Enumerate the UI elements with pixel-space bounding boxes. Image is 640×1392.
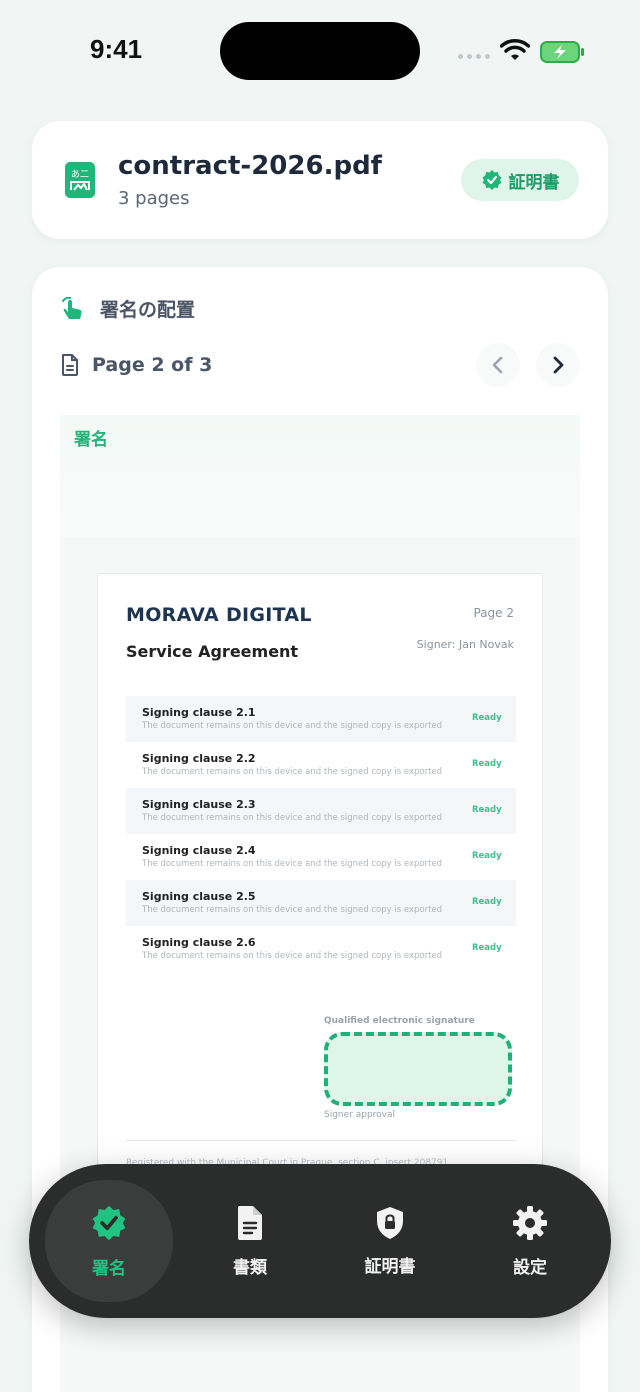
clause-description: The document remains on this device and … — [142, 905, 443, 915]
clause-row: Signing clause 2.4 The document remains … — [126, 834, 516, 880]
document-page-number: Page 2 — [473, 606, 515, 620]
status-time: 9:41 — [90, 34, 143, 64]
clause-title: Signing clause 2.4 — [142, 844, 256, 857]
clause-row: Signing clause 2.1 The document remains … — [126, 696, 516, 742]
signature-field-label: Qualified electronic signature — [324, 1016, 475, 1026]
signature-field-caption: Signer approval — [324, 1110, 396, 1120]
document-divider — [126, 1140, 516, 1141]
tab-certificates-label: 証明書 — [364, 1256, 416, 1277]
cellular-signal-icon — [458, 54, 490, 59]
clause-title: Signing clause 2.5 — [142, 890, 256, 903]
lock-shield-icon — [377, 1206, 403, 1239]
clause-description: The document remains on this device and … — [142, 767, 443, 777]
clause-status: Ready — [472, 943, 502, 953]
file-card[interactable]: あ二 contract-2026.pdf 3 pages 証明書 — [32, 121, 608, 239]
clause-title: Signing clause 2.2 — [142, 752, 256, 765]
chevron-right-icon — [553, 356, 564, 374]
section-header: 署名の配置 — [60, 295, 195, 322]
clause-row: Signing clause 2.5 The document remains … — [126, 880, 516, 926]
clause-description: The document remains on this device and … — [142, 721, 443, 731]
tab-bar: 署名 書類 証明書 設定 — [29, 1164, 611, 1318]
tab-sign[interactable]: 署名 — [45, 1180, 173, 1302]
gear-icon — [513, 1205, 547, 1240]
clause-title: Signing clause 2.1 — [142, 706, 256, 719]
tab-sign-label: 署名 — [92, 1258, 126, 1279]
clause-description: The document remains on this device and … — [142, 951, 443, 961]
clause-status: Ready — [472, 759, 502, 769]
tab-settings[interactable]: 設定 — [466, 1180, 594, 1302]
battery-charging-icon — [540, 41, 584, 63]
page-label: Page 2 of 3 — [92, 354, 213, 376]
document-outline-icon — [62, 354, 78, 376]
clause-status: Ready — [472, 713, 502, 723]
verified-icon — [482, 170, 501, 190]
next-page-button[interactable] — [536, 343, 580, 387]
section-title: 署名の配置 — [100, 299, 196, 321]
file-name: contract-2026.pdf — [118, 151, 382, 181]
certificate-badge[interactable]: 証明書 — [461, 159, 579, 201]
clause-row: Signing clause 2.2 The document remains … — [126, 742, 516, 788]
previous-page-button[interactable] — [476, 343, 520, 387]
wifi-icon — [500, 39, 530, 60]
document-title: Service Agreement — [126, 642, 299, 661]
company-name: MORAVA DIGITAL — [126, 604, 312, 626]
signature-preview-area[interactable]: 署名 — [60, 415, 580, 537]
dynamic-island — [220, 22, 420, 80]
image-file-icon: あ二 — [65, 162, 95, 198]
tab-documents-label: 書類 — [233, 1257, 267, 1278]
file-page-count: 3 pages — [118, 188, 190, 209]
document-page: MORAVA DIGITAL Page 2 Service Agreement … — [97, 573, 543, 1193]
document-icon — [238, 1205, 262, 1240]
clause-row: Signing clause 2.3 The document remains … — [126, 788, 516, 834]
preview-label: 署名 — [74, 430, 108, 450]
clause-status: Ready — [472, 851, 502, 861]
clause-title: Signing clause 2.3 — [142, 798, 256, 811]
clause-status: Ready — [472, 805, 502, 815]
clause-status: Ready — [472, 897, 502, 907]
svg-text:あ二: あ二 — [71, 169, 89, 180]
status-bar: 9:41 — [0, 0, 640, 100]
certificate-badge-label: 証明書 — [508, 172, 560, 193]
clause-list: Signing clause 2.1 The document remains … — [126, 696, 516, 972]
clause-description: The document remains on this device and … — [142, 859, 443, 869]
tab-documents[interactable]: 書類 — [186, 1180, 314, 1302]
document-signer: Signer: Jan Novak — [416, 638, 514, 651]
verified-badge-icon — [92, 1205, 126, 1240]
signature-drop-zone[interactable] — [324, 1032, 512, 1106]
chevron-left-icon — [492, 356, 503, 374]
clause-description: The document remains on this device and … — [142, 813, 443, 823]
tab-certificates[interactable]: 証明書 — [326, 1180, 454, 1302]
tab-settings-label: 設定 — [513, 1257, 547, 1278]
hand-tap-icon — [62, 296, 82, 319]
clause-row: Signing clause 2.6 The document remains … — [126, 926, 516, 972]
page-indicator: Page 2 of 3 — [60, 353, 212, 377]
clause-title: Signing clause 2.6 — [142, 936, 256, 949]
